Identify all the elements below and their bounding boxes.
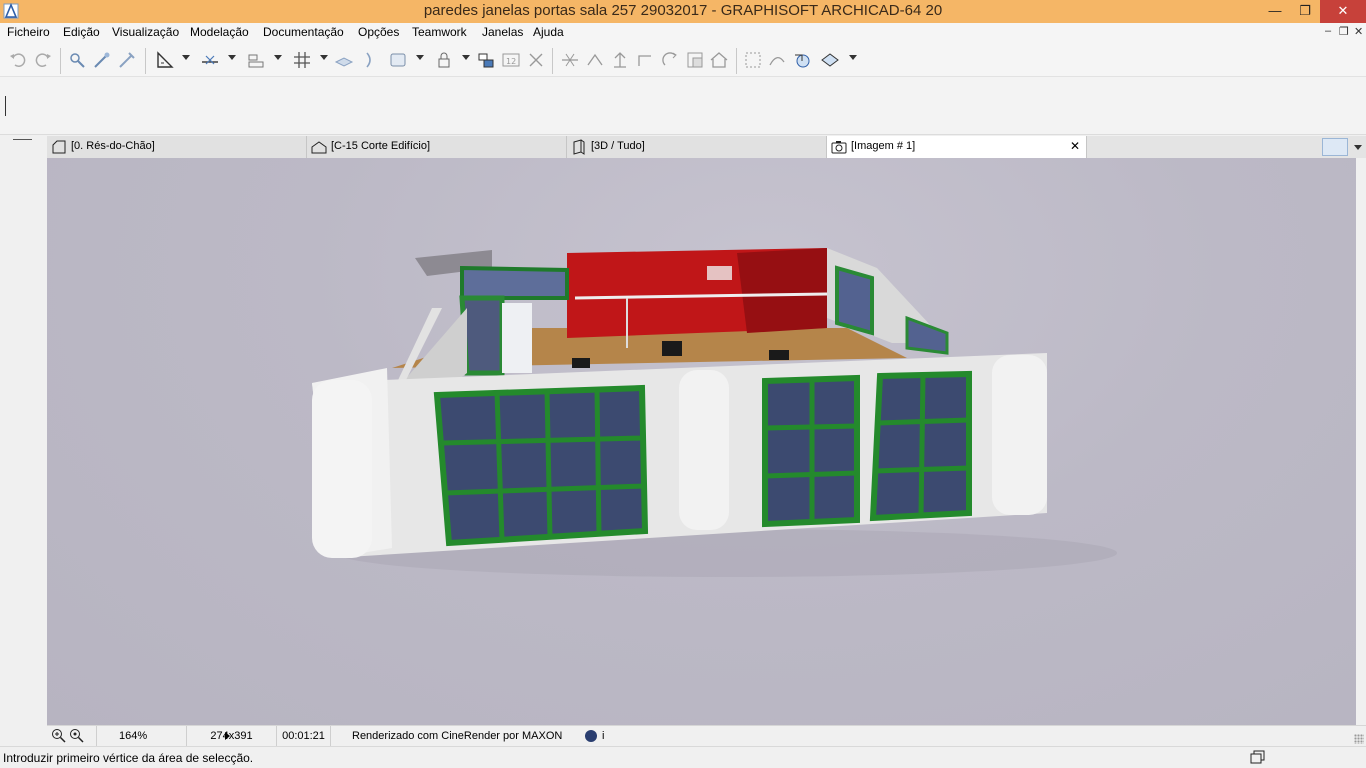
menu-teamwork[interactable]: Teamwork [412,25,467,39]
roof-icon[interactable] [709,50,729,70]
redo-icon[interactable] [33,50,53,70]
info-box-caret [5,96,6,116]
render-icon[interactable] [743,50,763,70]
tab-3d[interactable]: [3D / Tudo] [567,136,827,158]
info-label[interactable]: i [602,726,604,746]
navigator-icon[interactable] [1322,138,1348,156]
zoom-value: 164% [119,730,148,742]
menu-janelas[interactable]: Janelas [482,25,523,39]
pick-icon[interactable] [92,50,112,70]
tab-bar: [0. Rés-do-Chão] [C-15 Corte Edifício] [… [47,136,1366,158]
measure-icon[interactable] [155,50,175,70]
mdi-minimize-icon[interactable]: – [1325,25,1331,37]
adjust-icon[interactable] [585,50,605,70]
suspend-icon[interactable]: 12 [501,50,521,70]
tab-section[interactable]: [C-15 Corte Edifício] [307,136,567,158]
svg-text:12: 12 [506,57,516,66]
menu-modelacao[interactable]: Modelação [190,25,249,39]
render-time: 00:01:21 [277,726,331,746]
window-title: paredes janelas portas sala 257 29032017… [423,2,943,19]
group-icon[interactable] [476,50,496,70]
floor-plan-icon [52,140,66,154]
tab-label: [Imagem # 1] [851,140,916,152]
restore-button[interactable]: ❐ [1290,0,1320,23]
3d-view-icon [573,139,585,155]
prompt-bar: Introduzir primeiro vértice da área de s… [0,746,1366,768]
sun-icon[interactable] [767,50,787,70]
undo-icon[interactable] [8,50,28,70]
mdi-restore-icon[interactable]: ❐ [1339,25,1349,38]
snap-icon[interactable] [246,50,266,70]
render-info: Renderizado com CineRender por MAXON i [331,726,1331,746]
tab-close-icon[interactable]: ✕ [1070,139,1080,153]
layer-icon[interactable] [334,50,354,70]
fit-in-window-icon[interactable] [69,728,84,743]
vertical-scrollbar[interactable] [1356,158,1366,725]
standard-toolbar: 12 [0,43,1366,77]
tab-label: [3D / Tudo] [591,140,645,152]
menu-bar: Ficheiro Edição Visualização Modelação D… [0,23,1366,43]
zoom-in-icon[interactable] [51,728,66,743]
mdi-close-icon[interactable]: ✕ [1354,25,1363,38]
view-icon[interactable] [388,50,408,70]
menu-opcoes[interactable]: Opções [358,25,399,39]
image-size-value: 274x391 [210,730,253,742]
select-icon[interactable] [67,50,87,70]
status-row: 164% 274x391 00:01:21 Renderizado com Ci… [47,725,1366,746]
render-info-text: Renderizado com CineRender por MAXON [352,730,563,742]
minimize-button[interactable]: — [1260,0,1290,23]
toolbox-strip [0,136,47,726]
cinerender-icon [585,730,597,742]
section-icon [311,141,327,154]
zoom-tools [47,726,97,746]
rendered-building-image [312,248,1117,577]
prompt-text: Introduzir primeiro vértice da área de s… [3,751,254,765]
drag-icon[interactable] [685,50,705,70]
info-box [0,77,1366,135]
tab-label: [C-15 Corte Edifício] [331,140,431,152]
rendered-image-viewport[interactable] [47,158,1356,725]
menu-ajuda[interactable]: Ajuda [533,25,564,39]
tab-floor-plan[interactable]: [0. Rés-do-Chão] [47,136,307,158]
elevate-icon[interactable] [610,50,630,70]
tab-label: [0. Rés-do-Chão] [71,140,155,152]
guide-icon[interactable] [200,50,220,70]
trace-icon[interactable] [359,50,379,70]
chevron-down-icon[interactable] [1354,145,1362,150]
camera-icon [831,141,847,154]
window-switch-icon[interactable] [1250,750,1265,764]
model-view-icon[interactable] [792,50,812,70]
collapse-handle[interactable] [13,139,32,140]
close-button[interactable]: ✕ [1320,0,1366,23]
image-size: 274x391 [187,726,277,746]
lock-icon[interactable] [434,50,454,70]
menu-edicao[interactable]: Edição [63,25,100,39]
tab-image[interactable]: [Imagem # 1] ✕ [827,136,1087,158]
inject-icon[interactable] [117,50,137,70]
rotate-icon[interactable] [660,50,680,70]
resize-grip-icon[interactable] [1354,734,1364,744]
title-bar: paredes janelas portas sala 257 29032017… [0,0,1366,23]
render-time-value: 00:01:21 [282,730,325,742]
grid-icon[interactable] [292,50,312,70]
menu-documentacao[interactable]: Documentação [263,25,344,39]
unlock-icon[interactable] [526,50,546,70]
menu-ficheiro[interactable]: Ficheiro [7,25,50,39]
zoom-level[interactable]: 164% [97,726,230,746]
menu-visualizacao[interactable]: Visualização [112,25,179,39]
split-icon[interactable] [560,50,580,70]
3d-window-icon[interactable] [820,50,840,70]
offset-icon[interactable] [635,50,655,70]
